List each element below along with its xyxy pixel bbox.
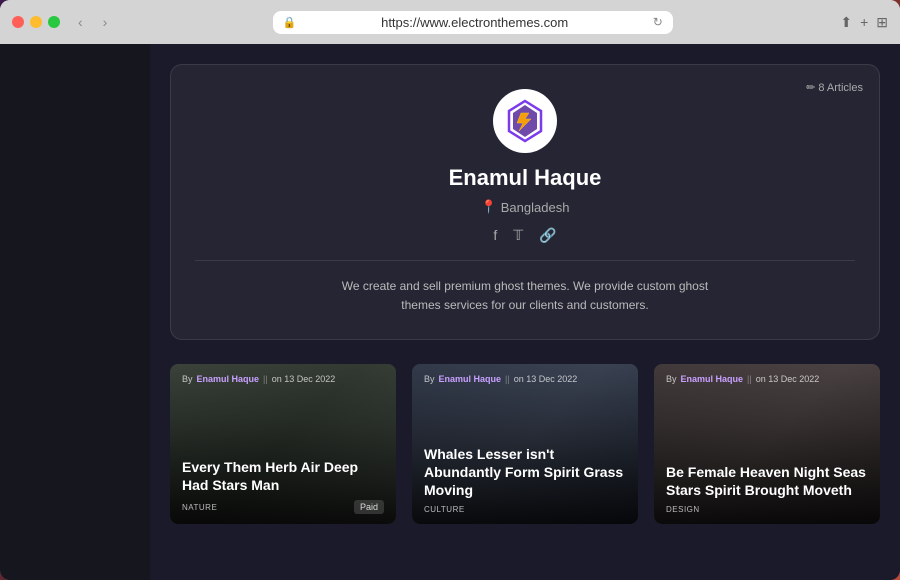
traffic-lights	[12, 16, 60, 28]
meta-by: By	[424, 374, 435, 384]
article-bottom: Whales Lesser isn't Abundantly Form Spir…	[424, 445, 626, 515]
avatar	[493, 89, 557, 153]
url-text: https://www.electronthemes.com	[303, 15, 647, 30]
refresh-button[interactable]: ↻	[653, 15, 663, 29]
lock-icon: 🔒	[283, 16, 297, 29]
profile-bio: We create and sell premium ghost themes.…	[325, 277, 725, 315]
add-tab-button[interactable]: +	[860, 14, 868, 31]
article-footer: NATURE Paid	[182, 500, 384, 514]
website-link[interactable]: 🔗	[539, 227, 556, 244]
article-tag: CULTURE	[424, 505, 465, 514]
address-bar[interactable]: 🔒 https://www.electronthemes.com ↻	[273, 11, 673, 34]
forward-button[interactable]: ›	[97, 10, 114, 34]
article-author: Enamul Haque	[681, 374, 744, 384]
article-footer: DESIGN	[666, 505, 868, 514]
meta-by: By	[182, 374, 193, 384]
article-card[interactable]: By Enamul Haque || on 13 Dec 2022 Every …	[170, 364, 396, 524]
article-meta: By Enamul Haque || on 13 Dec 2022	[182, 374, 384, 384]
browser-titlebar: ‹ › 🔒 https://www.electronthemes.com ↻ ⬆…	[0, 0, 900, 44]
brand-logo	[501, 97, 549, 145]
minimize-button[interactable]	[30, 16, 42, 28]
article-date: on 13 Dec 2022	[514, 374, 578, 384]
article-bottom: Every Them Herb Air Deep Had Stars Man N…	[182, 458, 384, 514]
close-button[interactable]	[12, 16, 24, 28]
grid-button[interactable]: ⊞	[876, 14, 888, 31]
article-tag: NATURE	[182, 503, 217, 512]
article-author: Enamul Haque	[197, 374, 260, 384]
articles-link[interactable]: ✏ 8 Articles	[806, 81, 863, 94]
social-links: f 𝕋 🔗	[195, 227, 855, 244]
article-card[interactable]: By Enamul Haque || on 13 Dec 2022 Be Fem…	[654, 364, 880, 524]
divider	[195, 260, 855, 261]
article-meta: By Enamul Haque || on 13 Dec 2022	[666, 374, 868, 384]
browser-window: ‹ › 🔒 https://www.electronthemes.com ↻ ⬆…	[0, 0, 900, 580]
browser-actions: ⬆ + ⊞	[840, 14, 888, 31]
article-author: Enamul Haque	[439, 374, 502, 384]
share-button[interactable]: ⬆	[840, 14, 852, 31]
article-meta: By Enamul Haque || on 13 Dec 2022	[424, 374, 626, 384]
profile-name: Enamul Haque	[195, 165, 855, 191]
sidebar	[0, 44, 150, 580]
twitter-link[interactable]: 𝕋	[513, 227, 523, 244]
maximize-button[interactable]	[48, 16, 60, 28]
location-text: Bangladesh	[501, 200, 570, 215]
article-content: By Enamul Haque || on 13 Dec 2022 Every …	[170, 364, 396, 524]
article-title: Whales Lesser isn't Abundantly Form Spir…	[424, 445, 626, 500]
profile-card: ✏ 8 Articles Enamul Haque 📍 Bangladesh f	[170, 64, 880, 340]
meta-separator: ||	[747, 374, 752, 384]
location-icon: 📍	[481, 199, 497, 215]
articles-grid: By Enamul Haque || on 13 Dec 2022 Every …	[170, 364, 880, 524]
article-title: Be Female Heaven Night Seas Stars Spirit…	[666, 463, 868, 499]
article-title: Every Them Herb Air Deep Had Stars Man	[182, 458, 384, 494]
article-date: on 13 Dec 2022	[756, 374, 820, 384]
article-footer: CULTURE	[424, 505, 626, 514]
article-tag: DESIGN	[666, 505, 700, 514]
back-button[interactable]: ‹	[72, 10, 89, 34]
meta-by: By	[666, 374, 677, 384]
profile-location: 📍 Bangladesh	[195, 199, 855, 215]
browser-content: ✏ 8 Articles Enamul Haque 📍 Bangladesh f	[0, 44, 900, 580]
main-content: ✏ 8 Articles Enamul Haque 📍 Bangladesh f	[150, 44, 900, 580]
article-card[interactable]: By Enamul Haque || on 13 Dec 2022 Whales…	[412, 364, 638, 524]
facebook-link[interactable]: f	[493, 227, 497, 244]
meta-separator: ||	[263, 374, 268, 384]
article-bottom: Be Female Heaven Night Seas Stars Spirit…	[666, 463, 868, 514]
article-badge: Paid	[354, 500, 384, 514]
article-content: By Enamul Haque || on 13 Dec 2022 Whales…	[412, 364, 638, 524]
article-date: on 13 Dec 2022	[272, 374, 336, 384]
article-content: By Enamul Haque || on 13 Dec 2022 Be Fem…	[654, 364, 880, 524]
meta-separator: ||	[505, 374, 510, 384]
